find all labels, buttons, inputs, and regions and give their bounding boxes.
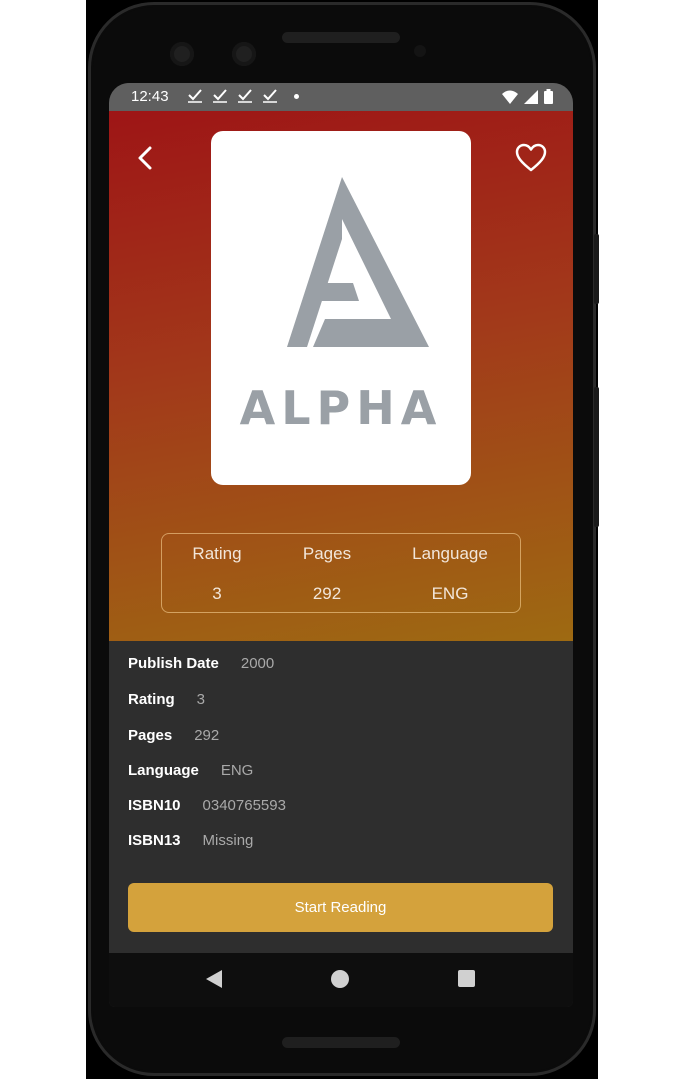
stat-value: 292 (312, 584, 342, 603)
check-icon (187, 87, 203, 103)
detail-row-rating: Rating 3 (128, 691, 205, 708)
status-bar: 12:43 (109, 83, 573, 111)
notification-icons (187, 87, 278, 103)
power-button (594, 234, 599, 304)
stats-card: Rating 3 Pages 292 Language ENG (161, 533, 521, 613)
nav-home-icon[interactable] (331, 970, 349, 988)
wifi-icon (502, 90, 518, 104)
cover-title: ALPHA (239, 381, 443, 435)
detail-value: Missing (202, 832, 254, 849)
notification-dot (294, 94, 299, 99)
stat-label: Rating (192, 544, 242, 563)
front-camera-right (232, 42, 256, 66)
top-speaker (282, 32, 400, 43)
detail-row-pages: Pages 292 (128, 727, 219, 744)
detail-key: Publish Date (128, 655, 219, 672)
system-nav-bar (109, 953, 573, 1007)
stat-value: ENG (431, 584, 469, 603)
detail-value: 2000 (240, 655, 275, 672)
stat-label: Pages (302, 544, 352, 563)
alpha-logo-icon (287, 177, 429, 347)
detail-row-isbn10: ISBN10 0340765593 (128, 797, 286, 814)
stat-value: 3 (212, 584, 222, 603)
proximity-sensor (414, 45, 426, 57)
detail-row-publish-date: Publish Date 2000 (128, 655, 274, 672)
detail-key: ISBN10 (128, 797, 181, 814)
detail-key: Language (128, 762, 199, 779)
detail-value: 0340765593 (202, 797, 286, 814)
volume-rocker (594, 387, 599, 527)
battery-icon (544, 89, 553, 104)
start-reading-button[interactable]: Start Reading (128, 883, 553, 932)
detail-key: ISBN13 (128, 832, 181, 849)
detail-value: 3 (196, 691, 206, 708)
favorite-button[interactable] (515, 143, 547, 173)
back-button[interactable] (133, 143, 159, 173)
front-camera-left (170, 42, 194, 66)
status-time: 12:43 (131, 88, 169, 105)
detail-row-isbn13: ISBN13 Missing (128, 832, 253, 849)
system-icons (502, 89, 553, 104)
detail-value: 292 (194, 727, 220, 744)
book-cover: ALPHA (211, 131, 471, 485)
check-icon (237, 87, 253, 103)
stat-label: Language (412, 544, 488, 563)
detail-value: ENG (220, 762, 254, 779)
signal-icon (524, 89, 538, 104)
book-hero: ALPHA Rating 3 Pages 292 Language ENG (109, 111, 573, 641)
detail-key: Rating (128, 691, 175, 708)
nav-recents-icon[interactable] (458, 970, 475, 987)
heart-outline-icon (515, 143, 547, 172)
chevron-left-icon (138, 146, 152, 170)
bottom-speaker (282, 1037, 400, 1048)
check-icon (212, 87, 228, 103)
detail-key: Pages (128, 727, 173, 744)
app-screen: 12:43 ALPHA Rating 3 Pages 292 Language … (109, 83, 573, 1007)
detail-row-language: Language ENG (128, 762, 253, 779)
check-icon (262, 87, 278, 103)
nav-back-icon[interactable] (205, 969, 223, 989)
